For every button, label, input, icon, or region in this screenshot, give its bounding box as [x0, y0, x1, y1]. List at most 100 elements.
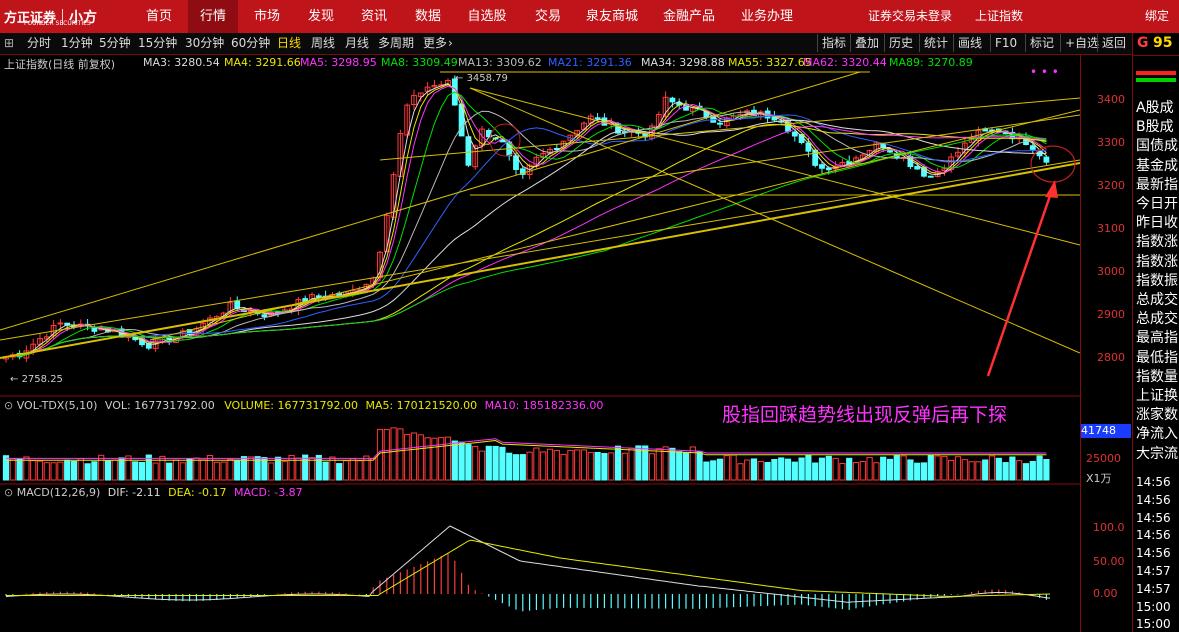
volume-bar: [546, 448, 554, 481]
volume-bar: [472, 445, 479, 481]
volume-bar: [111, 459, 118, 481]
volume-bar: [846, 457, 853, 481]
price-axis-label-3: 3100: [1097, 222, 1125, 235]
volume-bar: [730, 454, 737, 481]
volume-bar: [723, 455, 730, 481]
volume-bar: [132, 461, 139, 481]
price-axis-label-6: 2800: [1097, 351, 1125, 364]
volume-bar: [689, 446, 696, 481]
volume-bar: [478, 450, 486, 481]
vol-value: VOL: 167731792.00: [104, 399, 215, 412]
volume-bar: [519, 454, 526, 481]
volume-bar: [818, 457, 826, 481]
volume-bar: [50, 462, 57, 481]
volume-bar: [635, 445, 642, 481]
volume-bar: [560, 453, 567, 481]
volume-ma10: MA10: 185182336.00: [484, 399, 604, 412]
macd-indicator-icon[interactable]: ⊙: [4, 486, 17, 499]
quote-row-7: 指数涨: [1136, 234, 1178, 251]
arrow-head: [1045, 180, 1058, 198]
volume-bar: [186, 458, 193, 481]
volume-bar: [941, 455, 948, 481]
volume-bar: [485, 445, 492, 481]
volume-bar: [499, 446, 506, 481]
candle-body: [1043, 156, 1050, 163]
volume-bar: [166, 462, 173, 481]
red-bar: [1136, 71, 1176, 75]
volume-bar: [757, 461, 764, 481]
volume-bar: [322, 461, 329, 481]
volume-bar: [342, 460, 350, 481]
trend-line: [0, 162, 1080, 359]
price-axis-label-2: 3200: [1097, 179, 1125, 192]
volume-bar: [703, 461, 710, 481]
volume-indicator-name[interactable]: VOL-TDX(5,10): [17, 399, 98, 412]
candle-body: [315, 295, 322, 298]
green-bar: [1136, 78, 1176, 82]
trend-annotation: 股指回踩趋势线出现反弹后再下探: [722, 404, 1008, 426]
volume-bar: [934, 455, 941, 481]
tick-time-6: 14:57: [1136, 581, 1171, 596]
price-axis-label-5: 2900: [1097, 308, 1125, 321]
volume-bar: [1022, 463, 1030, 481]
low-price-value: 2758.25: [21, 374, 63, 385]
volume-bar: [193, 457, 200, 481]
volume-bar: [410, 432, 418, 481]
volume-ma5: MA5: 170121520.00: [365, 399, 478, 412]
volume-bar: [798, 457, 805, 481]
candle-body: [717, 122, 723, 125]
volume-bar: [859, 460, 866, 481]
volume-bar: [492, 445, 499, 481]
volume-bar: [914, 462, 921, 481]
volume-bar: [43, 462, 50, 481]
quote-row-10: 总成交: [1136, 292, 1178, 308]
volume-bar: [1002, 462, 1009, 481]
quote-row-1: B股成: [1136, 119, 1174, 136]
code-number: 95: [1153, 35, 1173, 51]
volume-bar: [431, 437, 438, 481]
bind-phone-link[interactable]: 绑定手: [1145, 0, 1179, 56]
tick-time-1: 14:56: [1136, 492, 1171, 507]
volume-bar: [57, 461, 64, 481]
volume-indicator-icon[interactable]: ⊙: [4, 399, 17, 412]
volume-bar: [125, 455, 132, 481]
volume-bar: [9, 458, 16, 481]
toolbar-button-8[interactable]: 返回: [1097, 34, 1130, 52]
kline-chart[interactable]: • • •: [0, 0, 1080, 632]
quote-row-0: A股成: [1136, 100, 1174, 116]
volume-bar: [750, 458, 758, 481]
volume-bar: [988, 455, 996, 481]
volume-bar: [628, 447, 635, 481]
volume-bar: [281, 460, 288, 481]
candle-body: [1029, 145, 1036, 150]
volume-bar: [172, 459, 180, 481]
volume-bar: [179, 462, 186, 481]
candle-body: [914, 166, 921, 170]
quote-row-16: 涨家数: [1136, 407, 1178, 424]
volume-bar: [825, 455, 832, 481]
volume-bar: [383, 429, 390, 481]
macd-indicator-name[interactable]: MACD(12,26,9): [17, 486, 101, 499]
volume-bar: [526, 451, 533, 481]
candle-body: [125, 336, 132, 339]
quote-row-17: 净流入: [1136, 426, 1178, 443]
volume-axis-mid: 25000: [1086, 452, 1121, 465]
annotation-arrow: [986, 189, 1054, 377]
volume-bar: [77, 457, 84, 481]
volume-bar: [961, 459, 968, 481]
quote-row-5: 今日开: [1136, 196, 1178, 212]
volume-bar: [104, 460, 112, 481]
candle-body: [791, 131, 798, 137]
volume-bar: [812, 462, 819, 481]
volume-bar: [356, 460, 363, 481]
volume-bar: [288, 454, 295, 481]
volume-bar: [1029, 460, 1036, 481]
volume-value: VOLUME: 167731792.00: [224, 399, 358, 412]
code-header: G 95: [1133, 33, 1179, 56]
volume-bar: [948, 459, 955, 481]
trend-line: [0, 159, 1080, 341]
candle-body: [669, 97, 676, 103]
volume-bar: [36, 460, 44, 481]
macd-axis-label-1: 50.00: [1093, 555, 1125, 568]
volume-bar: [907, 459, 914, 481]
